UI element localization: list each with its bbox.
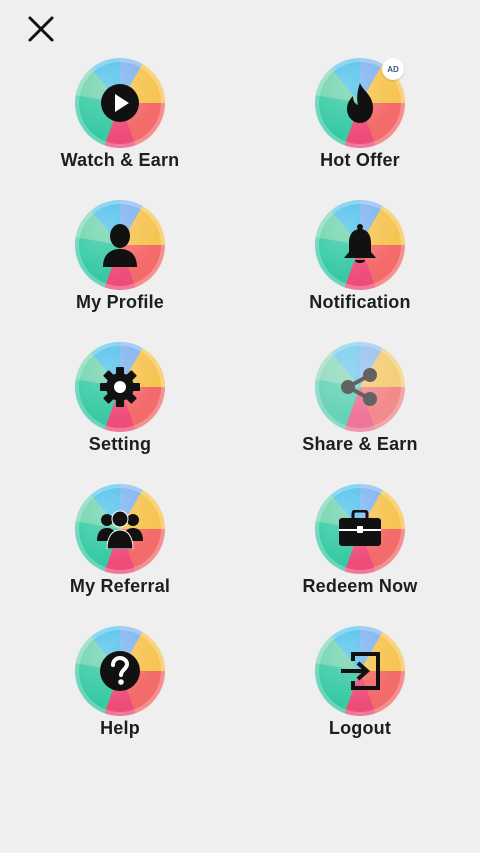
menu-icon-circle	[315, 342, 405, 432]
menu-icon-circle	[75, 484, 165, 574]
menu-item-help[interactable]: Help	[0, 626, 240, 756]
help-icon	[99, 650, 141, 692]
menu-item-label: Redeem Now	[302, 576, 418, 596]
flame-icon	[341, 81, 379, 125]
close-icon	[28, 16, 54, 42]
briefcase-icon	[338, 510, 382, 548]
menu-item-label: Setting	[88, 434, 152, 454]
menu-icon-circle	[75, 58, 165, 148]
bell-icon	[340, 223, 380, 267]
menu-item-label: Logout	[328, 718, 392, 738]
menu-item-label: Watch & Earn	[60, 150, 180, 170]
group-icon	[97, 509, 143, 549]
logout-icon	[339, 651, 381, 691]
menu-icon-circle	[75, 626, 165, 716]
menu-item-notification[interactable]: Notification	[240, 200, 480, 330]
menu-item-watch-earn[interactable]: Watch & Earn	[0, 58, 240, 188]
menu-item-redeem-now[interactable]: Redeem Now	[240, 484, 480, 614]
menu-icon-circle	[315, 484, 405, 574]
menu-item-label: Help	[100, 718, 140, 738]
play-icon	[100, 83, 140, 123]
menu-item-hot-offer[interactable]: AD Hot Offer	[240, 58, 480, 188]
ad-badge: AD	[382, 58, 404, 80]
menu-item-setting[interactable]: Setting	[0, 342, 240, 472]
user-icon	[100, 223, 140, 267]
menu-item-label: Share & Earn	[302, 434, 418, 454]
menu-item-label: Notification	[309, 292, 411, 312]
menu-icon-circle	[315, 200, 405, 290]
menu-item-share-earn[interactable]: Share & Earn	[240, 342, 480, 472]
menu-item-my-referral[interactable]: My Referral	[0, 484, 240, 614]
close-button[interactable]	[24, 12, 58, 46]
menu-icon-circle	[315, 626, 405, 716]
menu-item-logout[interactable]: Logout	[240, 626, 480, 756]
menu-item-my-profile[interactable]: My Profile	[0, 200, 240, 330]
menu-item-label: My Profile	[75, 292, 165, 312]
menu-item-label: Hot Offer	[320, 150, 400, 170]
menu-icon-circle	[75, 342, 165, 432]
share-icon	[338, 365, 382, 409]
gear-icon	[99, 366, 141, 408]
menu-icon-circle	[75, 200, 165, 290]
menu-item-label: My Referral	[69, 576, 171, 596]
